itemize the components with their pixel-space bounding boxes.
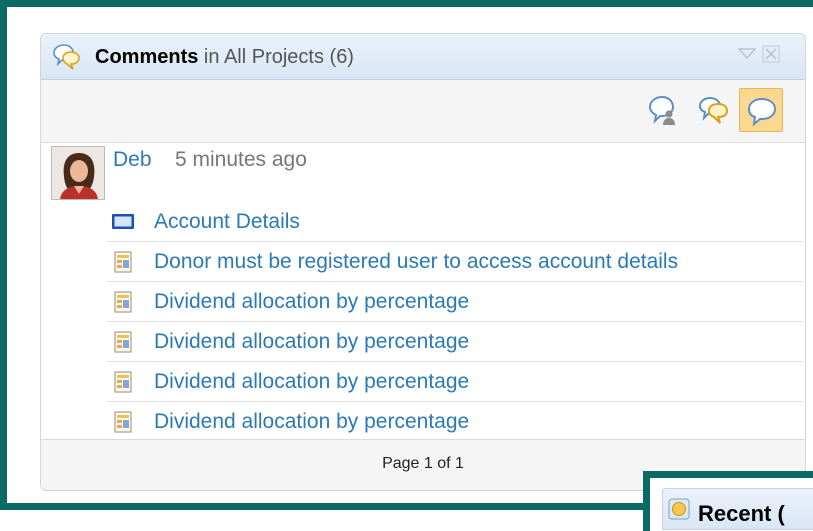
widget-header: Comments in All Projects (6) xyxy=(41,34,805,80)
list-item-label[interactable]: Donor must be registered user to access … xyxy=(154,250,678,274)
screen-icon xyxy=(111,211,135,233)
comment-timestamp: 5 minutes ago xyxy=(175,148,307,171)
list-item-label[interactable]: Account Details xyxy=(154,210,300,234)
recent-widget-title: Recent ( xyxy=(698,501,785,526)
list-item[interactable]: Dividend allocation by percentage xyxy=(107,362,803,402)
widget-title-main: Comments xyxy=(95,46,199,68)
list-item-label[interactable]: Dividend allocation by percentage xyxy=(154,370,469,394)
list-item-label[interactable]: Dividend allocation by percentage xyxy=(154,330,469,354)
project-comments-filter-button[interactable] xyxy=(691,88,735,132)
comments-icon xyxy=(51,43,81,71)
recent-icon xyxy=(668,498,690,520)
close-icon[interactable] xyxy=(760,43,782,65)
widget-title: Comments in All Projects (6) xyxy=(95,46,354,69)
requirement-doc-icon xyxy=(111,411,135,433)
screenshot-frame: Comments in All Projects (6) Deb 5 minut… xyxy=(0,0,813,531)
requirement-doc-icon xyxy=(111,251,135,273)
requirement-doc-icon xyxy=(111,371,135,393)
list-item[interactable]: Dividend allocation by percentage xyxy=(107,402,803,441)
all-comments-filter-button[interactable] xyxy=(739,88,783,132)
collapse-triangle-icon[interactable] xyxy=(736,43,758,65)
user-avatar[interactable] xyxy=(51,146,105,200)
requirement-doc-icon xyxy=(111,291,135,313)
comment-author-row: Deb 5 minutes ago xyxy=(51,146,791,202)
list-item[interactable]: Donor must be registered user to access … xyxy=(107,242,803,282)
comment-item-list: Account Details Donor must be registered… xyxy=(41,202,805,441)
recent-widget-partial: Recent ( xyxy=(643,471,813,531)
list-item[interactable]: Account Details xyxy=(107,202,803,242)
list-item[interactable]: Dividend allocation by percentage xyxy=(107,282,803,322)
comments-widget: Comments in All Projects (6) Deb 5 minut… xyxy=(40,33,806,491)
requirement-doc-icon xyxy=(111,331,135,353)
list-item[interactable]: Dividend allocation by percentage xyxy=(107,322,803,362)
list-item-label[interactable]: Dividend allocation by percentage xyxy=(154,410,469,434)
list-item-label[interactable]: Dividend allocation by percentage xyxy=(154,290,469,314)
author-name-link[interactable]: Deb xyxy=(113,148,152,172)
widget-title-scope: in All Projects (6) xyxy=(203,46,354,68)
user-comments-filter-button[interactable] xyxy=(641,88,685,132)
comment-filter-toolbar xyxy=(41,80,805,143)
